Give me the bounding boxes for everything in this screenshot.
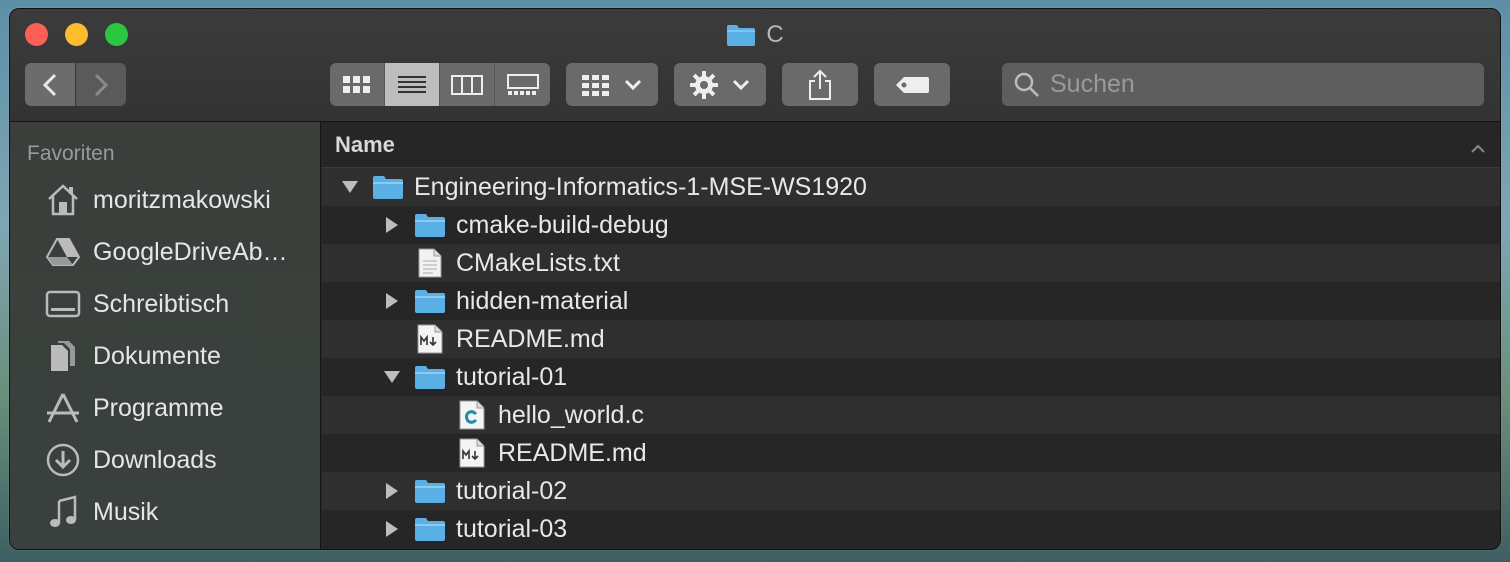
- finder-window: C Suchen Favoriten moritzmakowski Google…: [9, 8, 1501, 550]
- sidebar-item-label: GoogleDriveAb…: [93, 237, 288, 266]
- folder-icon: [414, 476, 446, 506]
- sidebar-item-label: Downloads: [93, 445, 217, 474]
- markdown-file-icon: [456, 438, 488, 468]
- file-name-label: tutorial-01: [456, 362, 568, 391]
- file-name-label: hidden-material: [456, 286, 629, 315]
- disclosure-collapsed-icon[interactable]: [378, 292, 406, 310]
- folder-icon: [372, 172, 404, 202]
- downloads-icon: [45, 442, 81, 478]
- sort-ascending-icon: [1470, 134, 1486, 160]
- disclosure-collapsed-icon[interactable]: [378, 216, 406, 234]
- sidebar-item-downloads[interactable]: Downloads: [10, 434, 320, 486]
- sidebar-item-label: Dokumente: [93, 341, 221, 370]
- view-mode-control: [330, 63, 550, 106]
- disclosure-collapsed-icon[interactable]: [378, 482, 406, 500]
- forward-button[interactable]: [76, 63, 126, 106]
- text-file-icon: [414, 248, 446, 278]
- sidebar: Favoriten moritzmakowski GoogleDriveAb… …: [10, 122, 321, 549]
- back-button[interactable]: [25, 63, 75, 106]
- file-name-label: tutorial-02: [456, 476, 568, 505]
- column-view-button[interactable]: [440, 63, 495, 106]
- list-item[interactable]: README.md: [322, 320, 1500, 358]
- chevron-down-icon: [732, 79, 750, 90]
- file-name-label: cmake-build-debug: [456, 210, 669, 239]
- home-icon: [45, 182, 81, 218]
- desktop-icon: [45, 286, 81, 322]
- sidebar-item-label: moritzmakowski: [93, 185, 271, 214]
- list-item[interactable]: CMakeLists.txt: [322, 244, 1500, 282]
- list-icon: [398, 75, 426, 93]
- documents-icon: [45, 338, 81, 374]
- chevron-left-icon: [43, 73, 57, 96]
- sidebar-item-desktop[interactable]: Schreibtisch: [10, 278, 320, 330]
- disclosure-collapsed-icon[interactable]: [378, 520, 406, 538]
- chevron-right-icon: [94, 73, 108, 96]
- list-item[interactable]: tutorial-03: [322, 510, 1500, 548]
- toolbar: C: [10, 9, 1500, 122]
- chevron-down-icon: [624, 79, 642, 90]
- file-name-label: README.md: [498, 438, 647, 467]
- sidebar-item-documents[interactable]: Dokumente: [10, 330, 320, 382]
- c-source-file-icon: [456, 400, 488, 430]
- file-list: Name Engineering-Informatics-1-MSE-WS192…: [322, 122, 1500, 549]
- grid-icon: [343, 75, 370, 93]
- file-name-label: CMakeLists.txt: [456, 248, 620, 277]
- sidebar-item-home[interactable]: moritzmakowski: [10, 174, 320, 226]
- search-field[interactable]: [1002, 63, 1484, 106]
- tags-button[interactable]: [874, 63, 950, 106]
- list-item[interactable]: cmake-build-debug: [322, 206, 1500, 244]
- file-name-label: Engineering-Informatics-1-MSE-WS1920: [414, 172, 867, 201]
- disclosure-expanded-icon[interactable]: [336, 180, 364, 194]
- list-item[interactable]: tutorial-02: [322, 472, 1500, 510]
- folder-icon: [414, 362, 446, 392]
- folder-icon: [414, 286, 446, 316]
- google-drive-icon: [45, 234, 81, 270]
- sidebar-item-music[interactable]: Musik: [10, 486, 320, 538]
- window-title: C: [10, 21, 1500, 49]
- list-item[interactable]: hello_world.c: [322, 396, 1500, 434]
- tag-icon: [896, 76, 929, 93]
- icon-view-button[interactable]: [330, 63, 385, 106]
- columns-icon: [451, 74, 483, 95]
- list-item[interactable]: Engineering-Informatics-1-MSE-WS1920: [322, 168, 1500, 206]
- list-item[interactable]: README.md: [322, 434, 1500, 472]
- gear-icon: [690, 70, 718, 99]
- window-title-label: C: [766, 21, 784, 48]
- action-menu-button[interactable]: [674, 63, 766, 106]
- file-rows: Engineering-Informatics-1-MSE-WS1920 cmak…: [322, 168, 1500, 548]
- group-by-button[interactable]: [566, 63, 658, 106]
- file-name-label: README.md: [456, 324, 605, 353]
- search-icon: [1014, 72, 1039, 97]
- column-header-label: Name: [335, 131, 395, 157]
- folder-icon: [414, 514, 446, 544]
- gallery-icon: [506, 73, 539, 95]
- sidebar-item-applications[interactable]: Programme: [10, 382, 320, 434]
- sidebar-item-label: Musik: [93, 497, 159, 526]
- name-column-header[interactable]: Name: [322, 122, 1500, 168]
- list-view-button[interactable]: [385, 63, 440, 106]
- file-name-label: tutorial-03: [456, 514, 568, 543]
- sidebar-heading: Favoriten: [27, 142, 115, 165]
- folder-icon: [414, 210, 446, 240]
- gallery-view-button[interactable]: [495, 63, 550, 106]
- share-button[interactable]: [782, 63, 858, 106]
- file-name-label: hello_world.c: [498, 400, 644, 429]
- markdown-file-icon: [414, 324, 446, 354]
- music-icon: [45, 494, 81, 530]
- disclosure-expanded-icon[interactable]: [378, 370, 406, 384]
- search-input[interactable]: [1050, 70, 1450, 99]
- applications-icon: [45, 390, 81, 426]
- share-icon: [809, 69, 831, 100]
- sidebar-item-label: Programme: [93, 393, 224, 422]
- folder-icon: [727, 25, 756, 46]
- group-icon: [582, 74, 609, 96]
- list-item[interactable]: tutorial-01: [322, 358, 1500, 396]
- sidebar-item-label: Schreibtisch: [93, 289, 230, 318]
- sidebar-item-google-drive[interactable]: GoogleDriveAb…: [10, 226, 320, 278]
- list-item[interactable]: hidden-material: [322, 282, 1500, 320]
